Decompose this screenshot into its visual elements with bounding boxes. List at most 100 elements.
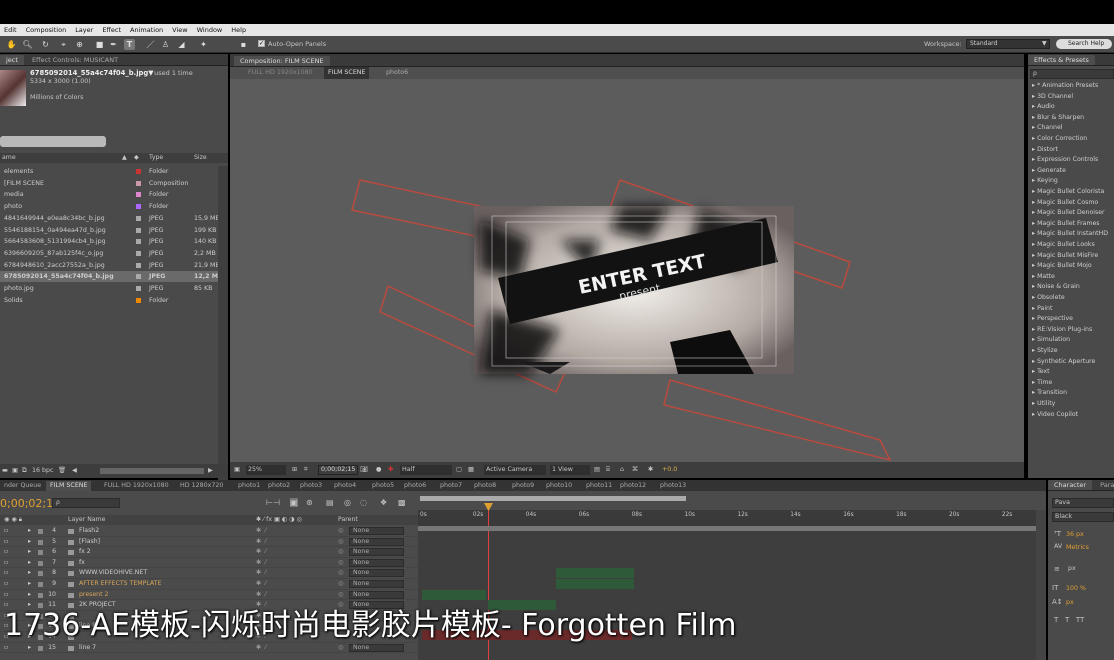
layer-row[interactable]: ▫ ▸ 5 [Flash] ✱ ⁄ ◎ None <box>0 537 418 548</box>
pickwhip-icon[interactable]: ◎ <box>338 568 343 578</box>
label-color-swatch[interactable] <box>136 262 141 268</box>
new-comp-icon[interactable]: ▣ <box>12 464 18 478</box>
twirl-icon[interactable]: ▸ <box>28 568 31 578</box>
clone-stamp-tool-icon[interactable]: ♙ <box>160 39 171 50</box>
project-item[interactable]: 5546188154_0a494ea47d_b.jpg JPEG 199 KB <box>0 225 218 236</box>
exposure-value[interactable]: +0.0 <box>662 462 677 478</box>
auto-keyframe-icon[interactable]: ▩ <box>398 498 406 507</box>
layer-switches[interactable]: ✱ ⁄ <box>256 590 266 600</box>
label-color-swatch[interactable] <box>136 286 141 291</box>
visibility-icon[interactable]: ▫ <box>4 568 8 578</box>
pickwhip-icon[interactable]: ◎ <box>338 579 343 589</box>
font-size-value[interactable]: 36 px <box>1066 531 1084 538</box>
timeline-tab[interactable]: photo3 <box>296 481 326 491</box>
timeline-tab[interactable]: photo11 <box>582 481 616 491</box>
always-preview-icon[interactable]: ▣ <box>234 462 240 478</box>
project-item[interactable]: elements Folder <box>0 166 218 177</box>
layer-bar-10[interactable] <box>422 590 486 600</box>
timeline-tab[interactable]: photo5 <box>368 481 398 491</box>
layer-switches[interactable]: ✱ ⁄ <box>256 547 266 557</box>
twirl-icon[interactable]: ▸ <box>28 590 31 600</box>
layer-row[interactable]: ▫ ▸ 7 fx ✱ ⁄ ◎ None <box>0 558 418 569</box>
tab-character[interactable]: Character <box>1048 480 1093 490</box>
layer-switches[interactable]: ✱ ⁄ <box>256 526 266 536</box>
menu-item-composition[interactable]: Composition <box>26 26 67 34</box>
pen-tool-icon[interactable]: ✒ <box>108 39 119 50</box>
project-item[interactable]: 6396609205_87ab125f4c_o.jpg JPEG 2,2 MB <box>0 248 218 259</box>
tab-project[interactable]: ject <box>0 55 24 65</box>
col-name[interactable]: ame <box>2 153 16 163</box>
label-color-swatch[interactable] <box>136 274 141 280</box>
horizontal-scrollbar[interactable] <box>100 468 204 474</box>
search-help-input[interactable]: Search Help <box>1056 39 1112 49</box>
stroke-width-value[interactable]: px <box>1068 565 1076 572</box>
pickwhip-icon[interactable]: ◎ <box>338 547 343 557</box>
type-tool-icon[interactable]: T <box>124 39 135 50</box>
label-color-swatch[interactable] <box>136 250 141 256</box>
timeline-tab[interactable]: nder Queue <box>0 481 45 491</box>
effect-category[interactable]: ▸ Keying <box>1032 177 1058 184</box>
effect-category[interactable]: ▸ RE:Vision Plug-ins <box>1032 326 1092 333</box>
parent-select[interactable]: None <box>349 580 404 588</box>
effect-category[interactable]: ▸ Channel <box>1032 124 1062 131</box>
brainstorm-icon[interactable]: ◌ <box>360 498 367 507</box>
effect-category[interactable]: ▸ Transition <box>1032 389 1067 396</box>
fast-preview-icon[interactable]: ⌸ <box>606 462 610 478</box>
project-item[interactable]: [FILM SCENE Composition <box>0 178 218 189</box>
twirl-icon[interactable]: ▸ <box>28 547 31 557</box>
menu-item-layer[interactable]: Layer <box>75 26 93 34</box>
view-layout-select[interactable]: 1 View <box>550 465 590 475</box>
hide-shy-icon[interactable]: ⊛ <box>306 498 313 507</box>
project-item[interactable]: 5664583608_5131994cb4_b.jpg JPEG 140 KB <box>0 236 218 247</box>
effect-category[interactable]: ▸ Utility <box>1032 400 1055 407</box>
workspace-select[interactable]: Standard <box>966 39 1050 49</box>
layer-row[interactable]: ▫ ▸ 9 AFTER EFFECTS TEMPLATE ✱ ⁄ ◎ None <box>0 579 418 590</box>
current-time[interactable]: 0;00;02;15 <box>318 465 359 475</box>
effect-category[interactable]: ▸ Obsolete <box>1032 294 1065 301</box>
flowchart-icon[interactable]: ⌘ <box>632 462 638 478</box>
channel-icon[interactable]: ● <box>376 462 382 478</box>
visibility-icon[interactable]: ▫ <box>4 547 8 557</box>
timeline-tab[interactable]: photo13 <box>656 481 690 491</box>
color-channel-icon[interactable]: ✤ <box>388 462 393 478</box>
pickwhip-icon[interactable]: ◎ <box>338 537 343 547</box>
menu-item-view[interactable]: View <box>172 26 187 34</box>
effect-category[interactable]: ▸ Magic Bullet Frames <box>1032 220 1100 227</box>
grid-icon[interactable]: ⊞ <box>292 462 297 478</box>
snapshot-icon[interactable]: 📷︎ <box>360 462 368 478</box>
effect-category[interactable]: ▸ Magic Bullet Mojo <box>1032 262 1092 269</box>
work-area-bar[interactable] <box>420 496 686 501</box>
col-layer-name[interactable]: Layer Name <box>68 515 105 525</box>
layer-label-color[interactable] <box>38 645 43 651</box>
effect-category[interactable]: ▸ Text <box>1032 368 1050 375</box>
timeline-icon[interactable]: ⌂ <box>620 462 624 478</box>
vertical-scale-value[interactable]: 100 % <box>1066 585 1086 592</box>
timeline-search-input[interactable]: ρ <box>52 498 120 508</box>
effect-category[interactable]: ▸ Distort <box>1032 146 1058 153</box>
resolution-select[interactable]: Half <box>400 465 452 475</box>
effects-search-input[interactable]: ρ <box>1030 69 1114 79</box>
label-color-swatch[interactable] <box>136 180 141 186</box>
effect-category[interactable]: ▸ Perspective <box>1032 315 1073 322</box>
switches-icons[interactable]: ✱ ⁄ fx ▣ ◐ ◑ ◎ <box>256 515 302 525</box>
layer-switches[interactable]: ✱ ⁄ <box>256 579 266 589</box>
timeline-tab[interactable]: HD 1280x720 <box>176 481 227 491</box>
camera-tool-icon[interactable]: ⌖ <box>58 39 69 50</box>
label-color-swatch[interactable] <box>136 192 141 198</box>
effect-category[interactable]: ▸ Stylize <box>1032 347 1058 354</box>
effect-category[interactable]: ▸ 3D Channel <box>1032 93 1073 100</box>
parent-select[interactable]: None <box>349 590 404 599</box>
timeline-tab[interactable]: photo6 <box>400 481 430 491</box>
effect-category[interactable]: ▸ Magic Bullet Cosmo <box>1032 199 1098 206</box>
parent-select[interactable]: None <box>349 548 404 557</box>
visibility-icon[interactable]: ▫ <box>4 558 8 568</box>
trash-icon[interactable]: 🗑︎ <box>58 464 66 478</box>
effect-category[interactable]: ▸ Matte <box>1032 273 1055 280</box>
layer-row[interactable]: ▫ ▸ 4 Flash2 ✱ ⁄ ◎ None <box>0 526 418 537</box>
effect-category[interactable]: ▸ Color Correction <box>1032 135 1087 142</box>
auto-open-checkbox[interactable]: ✓ <box>258 40 265 47</box>
menu-item-help[interactable]: Help <box>231 26 246 34</box>
layer-label-color[interactable] <box>38 560 43 566</box>
effect-category[interactable]: ▸ Magic Bullet Colorista <box>1032 188 1104 195</box>
layer-row[interactable]: ▫ ▸ 6 fx 2 ✱ ⁄ ◎ None <box>0 547 418 558</box>
